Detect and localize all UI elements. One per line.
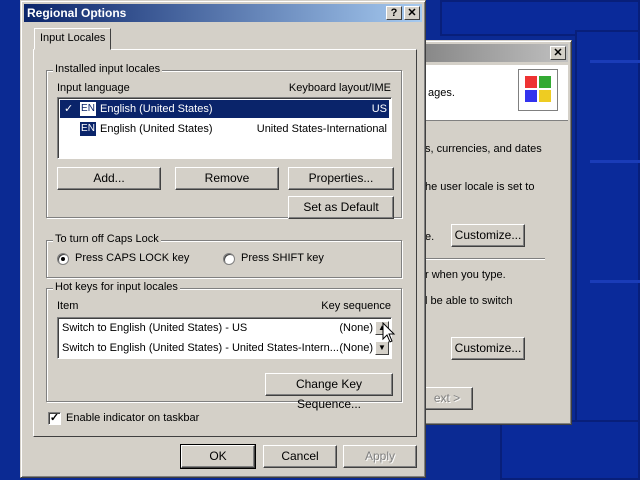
cancel-button[interactable]: Cancel — [263, 445, 337, 468]
hotkey-sequence: (None) — [339, 322, 373, 334]
locale-layout: United States-International — [256, 123, 387, 135]
en-badge-icon: EN — [80, 102, 96, 116]
tab-input-locales[interactable]: Input Locales — [34, 28, 112, 50]
column-key-sequence: Key sequence — [321, 300, 391, 312]
bg-text: s, currencies, and dates — [425, 143, 542, 155]
divider — [425, 258, 545, 259]
enable-indicator-checkbox[interactable]: ✓ — [48, 412, 61, 425]
group-label: Hot keys for input locales — [53, 281, 180, 293]
desktop-pattern — [590, 60, 640, 63]
bg-text: he user locale is set to — [425, 181, 535, 193]
hotkey-item: Switch to English (United States) - US — [62, 322, 248, 334]
list-item[interactable]: Switch to English (United States) - US (… — [60, 319, 389, 337]
list-item[interactable]: ✓ EN English (United States) US — [60, 100, 389, 118]
locale-language: English (United States) — [100, 123, 213, 135]
bg-text: ages. — [428, 87, 455, 99]
mouse-pointer-icon — [382, 321, 396, 344]
tab-panel: Installed input locales Input language K… — [33, 49, 417, 437]
next-button[interactable]: ext > — [421, 387, 473, 410]
shift-key-radio[interactable] — [223, 253, 235, 265]
hot-keys-list[interactable]: Switch to English (United States) - US (… — [57, 317, 392, 359]
background-close-button[interactable]: ✕ — [550, 46, 566, 60]
desktop-pattern — [590, 160, 640, 163]
background-window-titlebar[interactable]: ✕ — [404, 44, 568, 62]
change-key-sequence-button[interactable]: Change Key Sequence... — [265, 373, 393, 411]
list-item[interactable]: Switch to English (United States) - Unit… — [60, 339, 389, 357]
column-keyboard-layout: Keyboard layout/IME — [288, 82, 391, 94]
list-item[interactable]: EN English (United States) United States… — [60, 120, 389, 138]
locale-layout: US — [371, 103, 387, 115]
set-as-default-button[interactable]: Set as Default — [288, 196, 394, 219]
locale-language: English (United States) — [100, 103, 213, 115]
desktop-pattern — [500, 420, 640, 480]
group-label: Installed input locales — [53, 63, 163, 75]
bg-text: r when you type. — [425, 269, 506, 281]
add-button[interactable]: Add... — [57, 167, 161, 190]
close-button[interactable]: ✕ — [404, 6, 420, 20]
help-button[interactable]: ? — [386, 6, 402, 20]
caps-lock-radio[interactable] — [57, 253, 69, 265]
customize-button[interactable]: Customize... — [451, 224, 525, 247]
installed-locales-list[interactable]: ✓ EN English (United States) US EN Engli… — [57, 97, 392, 159]
column-input-language: Input language — [57, 82, 130, 94]
dialog-titlebar[interactable]: Regional Options ? ✕ — [24, 4, 422, 22]
installed-locales-group: Installed input locales Input language K… — [46, 63, 402, 219]
shift-key-label[interactable]: Press SHIFT key — [241, 252, 324, 264]
desktop-pattern — [575, 30, 640, 480]
hotkey-item: Switch to English (United States) - Unit… — [62, 342, 339, 354]
ok-button[interactable]: OK — [180, 444, 256, 469]
group-label: To turn off Caps Lock — [53, 233, 161, 245]
column-item: Item — [57, 300, 79, 312]
caps-lock-group: To turn off Caps Lock Press CAPS LOCK ke… — [46, 233, 402, 278]
check-icon: ✓ — [64, 103, 74, 115]
remove-button[interactable]: Remove — [175, 167, 279, 190]
dialog-title: Regional Options — [27, 6, 127, 20]
regional-options-dialog[interactable]: Regional Options ? ✕ Input Locales Insta… — [20, 0, 426, 478]
bg-text: l be able to switch — [425, 295, 513, 307]
hotkey-sequence: (None) — [339, 342, 373, 354]
bg-text: e. — [425, 231, 435, 243]
properties-button[interactable]: Properties... — [288, 167, 394, 190]
hot-keys-group: Hot keys for input locales Item Key sequ… — [46, 281, 402, 411]
background-header-panel: ages. — [404, 65, 568, 121]
caps-lock-label[interactable]: Press CAPS LOCK key — [75, 252, 189, 264]
windows-logo-icon — [518, 69, 558, 111]
enable-indicator-label[interactable]: Enable indicator on taskbar — [66, 412, 199, 424]
apply-button[interactable]: Apply — [343, 445, 417, 468]
customize-button[interactable]: Customize... — [451, 337, 525, 360]
en-badge-icon: EN — [80, 122, 96, 136]
desktop-pattern — [590, 280, 640, 283]
